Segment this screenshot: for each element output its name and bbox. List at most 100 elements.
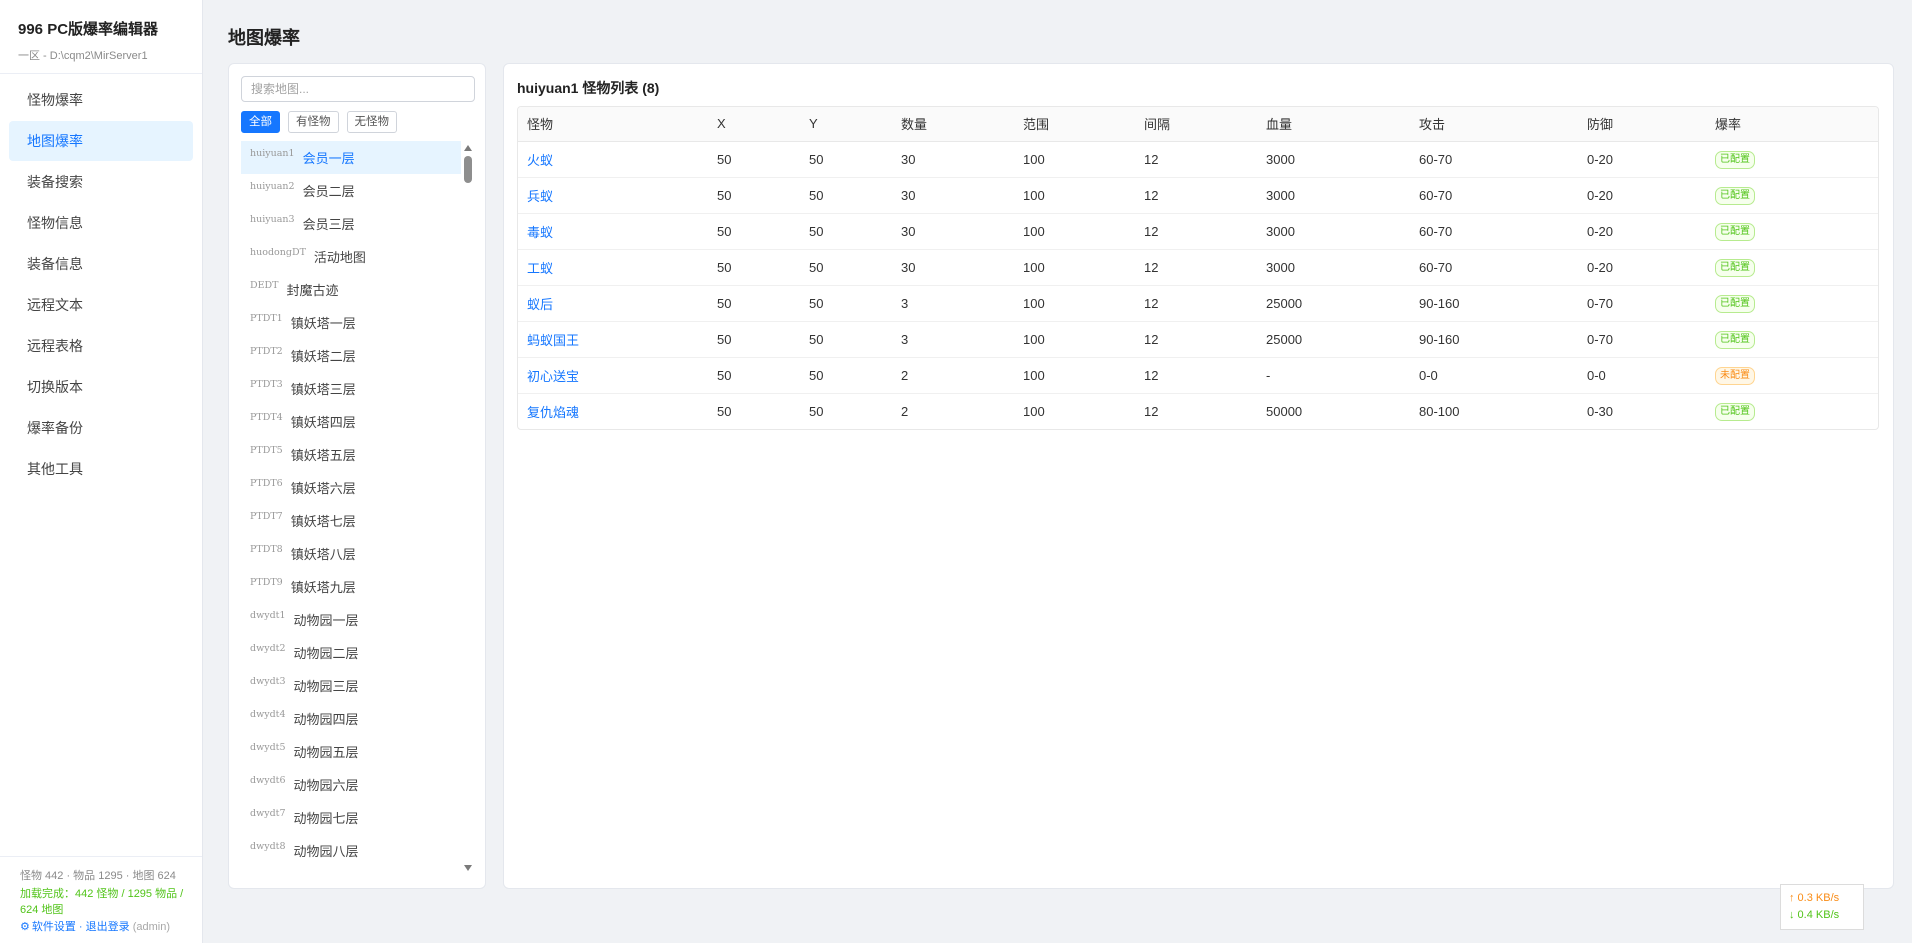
sidebar-nav: 怪物爆率 地图爆率 装备搜索 怪物信息 装备信息 远程文本 远程表格 切换版本 爆率备份 其他工具	[0, 80, 202, 489]
nav-item[interactable]: 装备信息	[9, 244, 193, 284]
cell-atk: 60-70	[1410, 249, 1578, 286]
table-row[interactable]: 毒蚁 50 50 30 100 12 3000 60-70 0-20 已配置	[518, 213, 1878, 250]
map-name: 活动地图	[313, 250, 366, 265]
monster-list-panel: huiyuan1 怪物列表 (8) 怪物 X Y 数量 范围 间隔 血量 攻击 防御 爆率 火蚁 5…	[503, 63, 1894, 889]
map-list-item[interactable]: PTDT9 镇妖塔九层	[241, 570, 461, 603]
map-list-item[interactable]: PTDT3 镇妖塔三层	[241, 372, 461, 405]
map-code: huiyuan2	[250, 181, 295, 192]
map-list[interactable]: huiyuan1 会员一层 huiyuan2 会员二层 huiyuan3 会员三层 huod…	[241, 141, 461, 879]
map-list-item[interactable]: PTDT2 镇妖塔二层	[241, 339, 461, 372]
monster-name-link[interactable]: 复仇焰魂	[527, 405, 579, 420]
map-list-item[interactable]: DEDT 封魔古迹	[241, 273, 461, 306]
logout-link[interactable]: 退出登录	[86, 921, 130, 933]
monster-name-link[interactable]: 工蚁	[527, 261, 553, 276]
monster-name-link[interactable]: 毒蚁	[527, 225, 553, 240]
map-list-item[interactable]: dwydt6 动物园六层	[241, 768, 461, 801]
table-row[interactable]: 火蚁 50 50 30 100 12 3000 60-70 0-20 已配置	[518, 141, 1878, 178]
table-row[interactable]: 工蚁 50 50 30 100 12 3000 60-70 0-20 已配置	[518, 249, 1878, 286]
status-badge[interactable]: 已配置	[1715, 402, 1755, 421]
column-header[interactable]: 怪物	[518, 107, 708, 142]
cell-atk: 90-160	[1410, 321, 1578, 358]
cell-interval: 12	[1135, 213, 1257, 250]
nav-item[interactable]: 怪物爆率	[9, 80, 193, 120]
map-list-item[interactable]: huiyuan3 会员三层	[241, 207, 461, 240]
monster-name-link[interactable]: 初心送宝	[527, 369, 579, 384]
map-list-item[interactable]: huiyuan2 会员二层	[241, 174, 461, 207]
nav-item[interactable]: 爆率备份	[9, 408, 193, 448]
nav-item[interactable]: 其他工具	[9, 449, 193, 489]
monster-name-link[interactable]: 火蚁	[527, 153, 553, 168]
nav-item[interactable]: 装备搜索	[9, 162, 193, 202]
map-list-item[interactable]: PTDT8 镇妖塔八层	[241, 537, 461, 570]
scrollbar-thumb[interactable]	[464, 156, 472, 183]
monster-name-link[interactable]: 蚂蚁国王	[527, 333, 579, 348]
map-list-scrollbar[interactable]	[461, 141, 475, 879]
table-row[interactable]: 蚁后 50 50 3 100 12 25000 90-160 0-70 已配置	[518, 285, 1878, 322]
cell-def: 0-20	[1578, 213, 1706, 250]
map-name: 会员一层	[302, 151, 355, 166]
filter-button[interactable]: 全部	[241, 111, 280, 133]
app-title: 996 PC版爆率编辑器	[18, 21, 159, 38]
column-header[interactable]: 爆率	[1706, 107, 1878, 142]
column-header[interactable]: 范围	[1014, 107, 1135, 142]
filter-button[interactable]: 无怪物	[346, 111, 397, 133]
column-header[interactable]: 间隔	[1135, 107, 1257, 142]
status-badge[interactable]: 已配置	[1715, 294, 1755, 313]
map-list-item[interactable]: dwydt1 动物园一层	[241, 603, 461, 636]
column-header[interactable]: 血量	[1257, 107, 1410, 142]
table-body: 火蚁 50 50 30 100 12 3000 60-70 0-20 已配置 兵蚁 50 50 30 100…	[518, 141, 1878, 429]
scroll-up-arrow-icon[interactable]	[464, 145, 472, 151]
table-row[interactable]: 兵蚁 50 50 30 100 12 3000 60-70 0-20 已配置	[518, 177, 1878, 214]
cell-def: 0-20	[1578, 177, 1706, 214]
map-code: PTDT1	[250, 313, 283, 324]
map-name: 动物园一层	[293, 613, 359, 628]
drop-rate-cell: 未配置	[1706, 357, 1878, 394]
map-name: 镇妖塔一层	[290, 316, 356, 331]
map-list-item[interactable]: dwydt2 动物园二层	[241, 636, 461, 669]
cell-hp: 50000	[1266, 403, 1303, 419]
nav-item[interactable]: 怪物信息	[9, 203, 193, 243]
map-list-item[interactable]: dwydt3 动物园三层	[241, 669, 461, 702]
monster-name-link[interactable]: 兵蚁	[527, 189, 553, 204]
current-user: (admin)	[129, 921, 170, 933]
status-badge[interactable]: 已配置	[1715, 186, 1755, 205]
monster-name-cell: 蚂蚁国王	[518, 321, 708, 358]
status-badge[interactable]: 已配置	[1715, 222, 1755, 241]
nav-item[interactable]: 远程文本	[9, 285, 193, 325]
map-list-item[interactable]: dwydt7 动物园七层	[241, 801, 461, 834]
cell-x: 50	[708, 357, 800, 394]
map-list-item[interactable]: PTDT7 镇妖塔七层	[241, 504, 461, 537]
column-header[interactable]: 数量	[892, 107, 1014, 142]
column-header[interactable]: 防御	[1578, 107, 1706, 142]
map-list-item[interactable]: huodongDT 活动地图	[241, 240, 461, 273]
map-list-item[interactable]: PTDT1 镇妖塔一层	[241, 306, 461, 339]
filter-button[interactable]: 有怪物	[288, 111, 339, 133]
table-row[interactable]: 初心送宝 50 50 2 100 12-0-0 0-0 未配置	[518, 357, 1878, 394]
scroll-down-arrow-icon[interactable]	[464, 865, 472, 871]
table-row[interactable]: 复仇焰魂 50 50 2 100 12 50000 80-100 0-30 已配置	[518, 393, 1878, 429]
status-badge[interactable]: 未配置	[1715, 366, 1755, 385]
monster-name-link[interactable]: 蚁后	[527, 297, 553, 312]
map-name: 镇妖塔四层	[290, 415, 356, 430]
map-list-item[interactable]: PTDT6 镇妖塔六层	[241, 471, 461, 504]
status-badge[interactable]: 已配置	[1715, 150, 1755, 169]
table-row[interactable]: 蚂蚁国王 50 50 3 100 12 25000 90-160 0-70 已配置	[518, 321, 1878, 358]
status-badge[interactable]: 已配置	[1715, 330, 1755, 349]
column-header[interactable]: X	[708, 107, 800, 142]
map-name: 动物园四层	[293, 712, 359, 727]
map-list-item[interactable]: dwydt8 动物园八层	[241, 834, 461, 867]
map-search-input[interactable]	[241, 76, 475, 102]
column-header[interactable]: 攻击	[1410, 107, 1578, 142]
nav-item[interactable]: 切换版本	[9, 367, 193, 407]
map-list-item[interactable]: dwydt4 动物园四层	[241, 702, 461, 735]
status-badge[interactable]: 已配置	[1715, 258, 1755, 277]
map-list-item[interactable]: dwydt5 动物园五层	[241, 735, 461, 768]
map-list-item[interactable]: huiyuan1 会员一层	[241, 141, 461, 174]
settings-link[interactable]: 软件设置	[32, 921, 76, 933]
map-list-item[interactable]: PTDT5 镇妖塔五层	[241, 438, 461, 471]
nav-item[interactable]: 地图爆率	[9, 121, 193, 161]
map-list-item[interactable]: PTDT4 镇妖塔四层	[241, 405, 461, 438]
map-code: dwydt4	[250, 709, 286, 720]
nav-item[interactable]: 远程表格	[9, 326, 193, 366]
column-header[interactable]: Y	[800, 107, 892, 142]
